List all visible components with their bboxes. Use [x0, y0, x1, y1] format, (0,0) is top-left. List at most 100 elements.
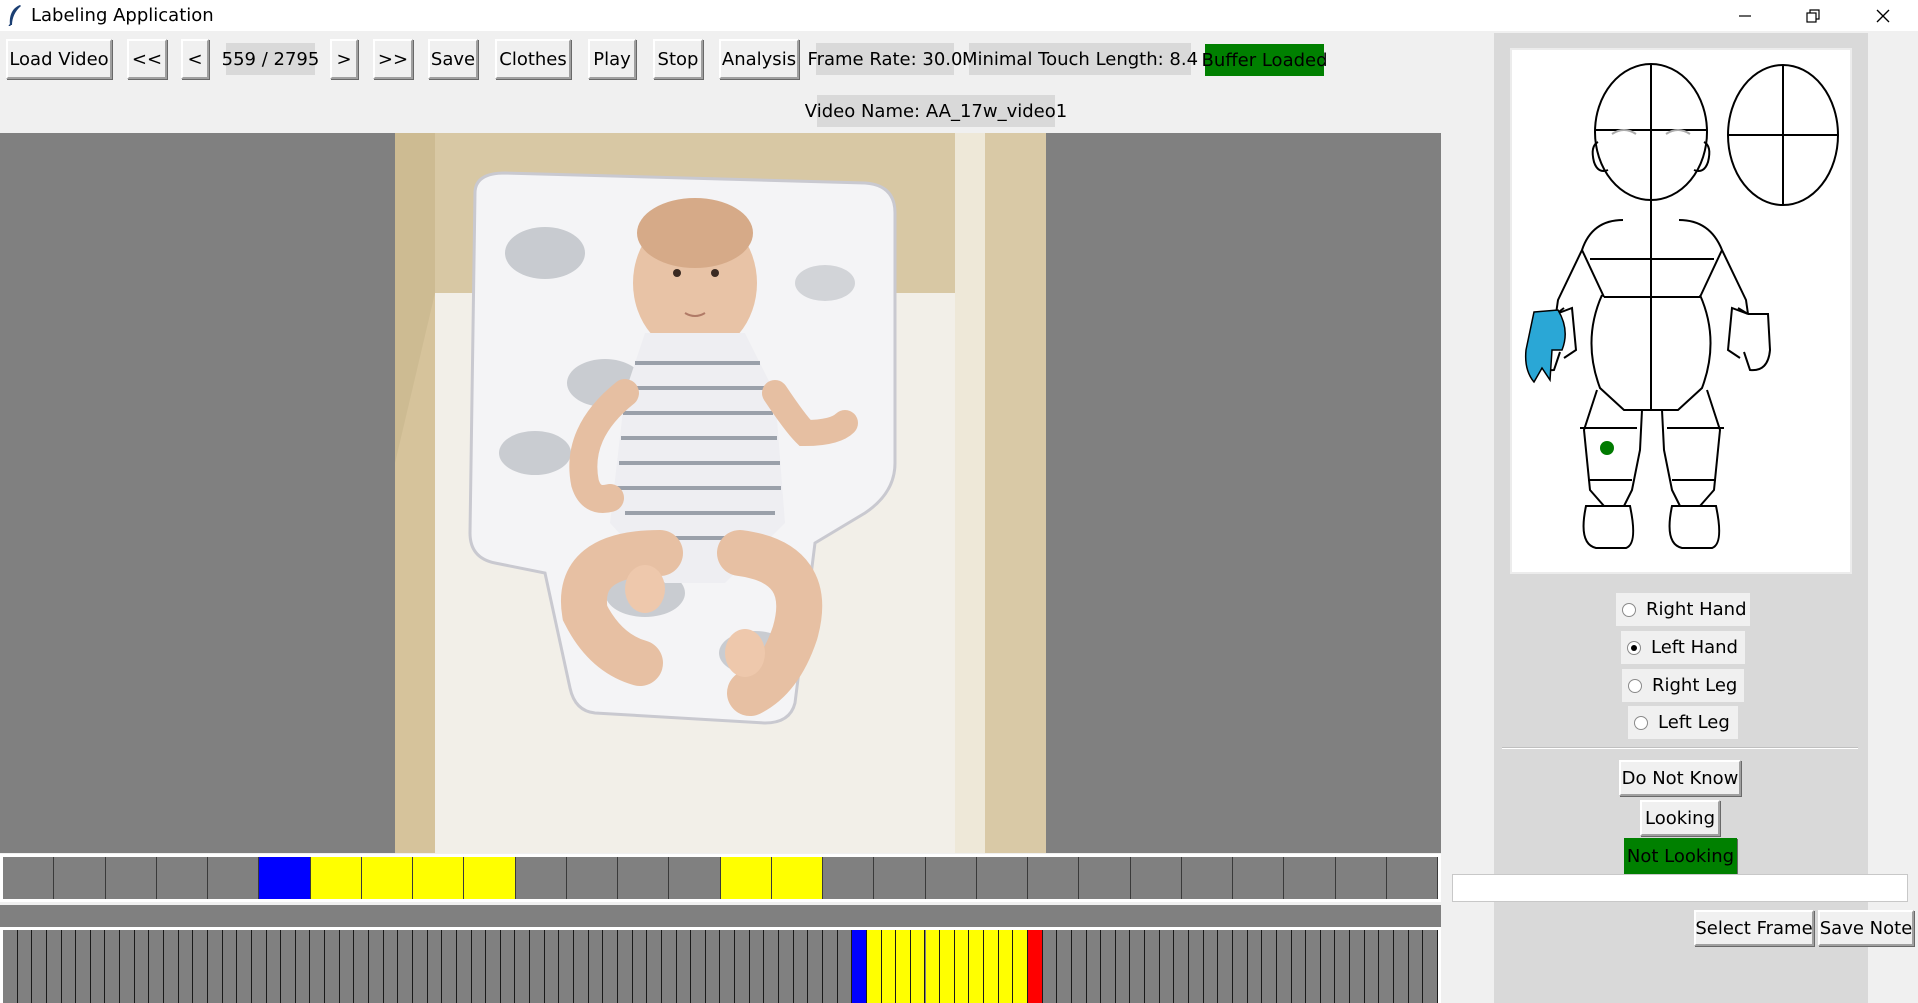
frame-tick[interactable]	[471, 930, 487, 1003]
segment-cell[interactable]	[618, 857, 670, 899]
load-video-button[interactable]: Load Video	[6, 39, 112, 79]
segment-cell[interactable]	[1181, 857, 1233, 899]
frame-tick[interactable]	[1350, 930, 1365, 1003]
frame-tick[interactable]	[1233, 930, 1248, 1003]
frame-tick[interactable]	[618, 930, 633, 1003]
frame-tick[interactable]	[1130, 930, 1146, 1003]
frame-tick[interactable]	[764, 930, 780, 1003]
frame-tick[interactable]	[1379, 930, 1395, 1003]
frame-tick[interactable]	[442, 930, 457, 1003]
segment-cell[interactable]	[54, 857, 106, 899]
segment-cell[interactable]	[976, 857, 1028, 899]
looking-button[interactable]: Looking	[1640, 800, 1720, 836]
segment-cell[interactable]	[1079, 857, 1131, 899]
frame-tick[interactable]	[574, 930, 589, 1003]
frame-tick[interactable]	[266, 930, 282, 1003]
frame-tick[interactable]	[120, 930, 135, 1003]
prev-frame-button[interactable]: <	[181, 39, 209, 79]
segment-cell[interactable]	[464, 857, 516, 899]
frame-tick[interactable]	[793, 930, 809, 1003]
frame-tick[interactable]	[984, 930, 999, 1003]
segment-cell[interactable]	[771, 857, 823, 899]
frame-tick[interactable]	[1394, 930, 1409, 1003]
frame-tick[interactable]	[281, 930, 296, 1003]
segment-cell[interactable]	[925, 857, 977, 899]
frame-tick[interactable]	[1013, 930, 1028, 1003]
frame-tick[interactable]	[647, 930, 662, 1003]
frame-tick[interactable]	[3, 930, 18, 1003]
frame-tick[interactable]	[866, 930, 882, 1003]
frame-tick[interactable]	[1306, 930, 1321, 1003]
play-button[interactable]: Play	[588, 39, 636, 79]
frame-tick[interactable]	[1291, 930, 1307, 1003]
segment-cell[interactable]	[310, 857, 362, 899]
restore-icon[interactable]	[1778, 0, 1848, 31]
frame-tick[interactable]	[837, 930, 853, 1003]
segment-cell[interactable]	[566, 857, 618, 899]
frame-tick[interactable]	[61, 930, 77, 1003]
segment-cell[interactable]	[105, 857, 157, 899]
frame-tick[interactable]	[749, 930, 765, 1003]
frame-tick[interactable]	[559, 930, 575, 1003]
select-frame-button[interactable]: Select Frame	[1694, 910, 1814, 946]
frame-tick[interactable]	[1159, 930, 1175, 1003]
segment-cell[interactable]	[1130, 857, 1182, 899]
frame-tick[interactable]	[676, 930, 692, 1003]
segment-cell[interactable]	[823, 857, 875, 899]
frame-tick[interactable]	[1247, 930, 1263, 1003]
first-frame-button[interactable]: <<	[127, 39, 167, 79]
segment-cell[interactable]	[361, 857, 413, 899]
frame-tick[interactable]	[325, 930, 340, 1003]
segment-timeline[interactable]	[0, 854, 1441, 902]
frame-tick[interactable]	[881, 930, 897, 1003]
frame-tick[interactable]	[251, 930, 267, 1003]
save-button[interactable]: Save	[428, 39, 478, 79]
frame-tick[interactable]	[735, 930, 750, 1003]
frame-tick[interactable]	[852, 930, 867, 1003]
frame-tick[interactable]	[588, 930, 604, 1003]
not-looking-button[interactable]: Not Looking	[1624, 838, 1737, 874]
frame-tick[interactable]	[486, 930, 501, 1003]
frame-tick[interactable]	[1218, 930, 1233, 1003]
frame-tick[interactable]	[661, 930, 677, 1003]
frame-tick[interactable]	[910, 930, 926, 1003]
frame-tick[interactable]	[808, 930, 823, 1003]
frame-tick[interactable]	[954, 930, 970, 1003]
frame-tick[interactable]	[105, 930, 121, 1003]
frame-tick[interactable]	[1408, 930, 1424, 1003]
frame-tick[interactable]	[193, 930, 208, 1003]
next-frame-button[interactable]: >	[330, 39, 358, 79]
frame-tick[interactable]	[1320, 930, 1336, 1003]
frame-tick[interactable]	[544, 930, 560, 1003]
frame-tick[interactable]	[515, 930, 531, 1003]
frame-tick[interactable]	[164, 930, 179, 1003]
frame-tick[interactable]	[295, 930, 311, 1003]
segment-cell[interactable]	[1028, 857, 1080, 899]
frame-tick[interactable]	[896, 930, 911, 1003]
frame-tick[interactable]	[779, 930, 794, 1003]
frame-tick[interactable]	[32, 930, 47, 1003]
frame-tick[interactable]	[149, 930, 165, 1003]
frame-tick[interactable]	[398, 930, 413, 1003]
frame-tick[interactable]	[823, 930, 838, 1003]
frame-tick[interactable]	[500, 930, 516, 1003]
frame-tick[interactable]	[134, 930, 150, 1003]
segment-cell[interactable]	[1386, 857, 1438, 899]
frame-tick[interactable]	[413, 930, 428, 1003]
frame-tick[interactable]	[1203, 930, 1219, 1003]
frame-tick[interactable]	[339, 930, 355, 1003]
stop-button[interactable]: Stop	[653, 39, 703, 79]
segment-cell[interactable]	[1233, 857, 1285, 899]
frame-tick[interactable]	[1145, 930, 1160, 1003]
segment-cell[interactable]	[1335, 857, 1387, 899]
frame-tick[interactable]	[1364, 930, 1380, 1003]
frame-tick[interactable]	[76, 930, 91, 1003]
segment-cell[interactable]	[669, 857, 721, 899]
frame-tick[interactable]	[1028, 930, 1043, 1003]
radio-right-leg[interactable]: Right Leg	[1622, 669, 1744, 702]
frame-tick[interactable]	[1101, 930, 1116, 1003]
radio-left-leg[interactable]: Left Leg	[1628, 706, 1738, 739]
frame-tick[interactable]	[178, 930, 194, 1003]
frame-tick[interactable]	[1057, 930, 1072, 1003]
clothes-button[interactable]: Clothes	[495, 39, 571, 79]
